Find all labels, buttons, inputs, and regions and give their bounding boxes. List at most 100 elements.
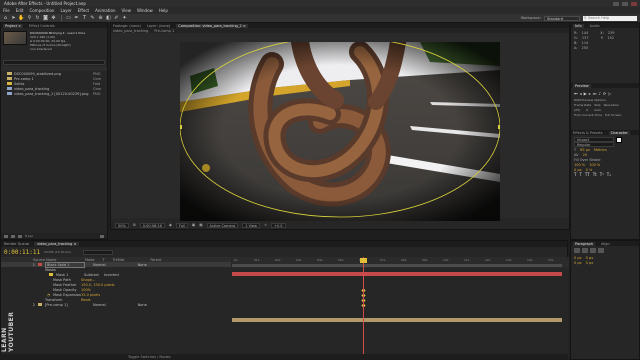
home-icon[interactable]: ⌂ <box>2 15 9 21</box>
work-area-bar[interactable] <box>232 264 562 267</box>
layer-color-label[interactable] <box>38 303 42 306</box>
hand-tool-icon[interactable]: ✋ <box>18 15 25 21</box>
current-time-indicator-handle[interactable] <box>360 258 367 263</box>
resolution-select[interactable]: Auto <box>594 108 601 112</box>
justify-icon[interactable] <box>598 248 604 253</box>
space-before-value[interactable]: 0 px <box>574 261 582 265</box>
rotate-tool-icon[interactable]: ↻ <box>34 15 41 21</box>
fill-color-swatch[interactable] <box>616 136 622 143</box>
viewer-canvas[interactable] <box>111 33 569 222</box>
tab-layer[interactable]: Layer: (none) <box>147 24 170 28</box>
layer-parent-select[interactable]: None <box>138 303 147 307</box>
transparency-grid-icon[interactable]: ▦ <box>199 223 202 227</box>
menu-effect[interactable]: Effect <box>78 8 90 13</box>
trash-icon[interactable] <box>100 234 104 238</box>
current-time-indicator[interactable] <box>363 257 364 359</box>
menu-view[interactable]: View <box>122 8 132 13</box>
bit-depth-label[interactable]: 8 bpc <box>25 234 33 238</box>
tsume-value[interactable]: 0 % <box>586 168 593 172</box>
viewer-timecode[interactable]: 0:00:06:16 <box>139 222 165 228</box>
tab-info[interactable]: Info <box>573 23 584 28</box>
layer-color-label[interactable] <box>38 263 42 266</box>
exposure-value[interactable]: +0.0 <box>271 222 286 228</box>
tab-align[interactable]: Align <box>601 242 610 246</box>
workspace-select[interactable]: Standard <box>544 15 580 21</box>
faux-italic-button[interactable]: T <box>579 172 581 177</box>
exposure-icon[interactable]: ☼ <box>264 223 267 227</box>
mask-inverted-checkbox[interactable]: Inverted <box>104 273 119 277</box>
last-frame-icon[interactable]: ⏭ <box>593 91 597 96</box>
magnification-select[interactable]: 50% <box>115 222 129 228</box>
tab-paragraph[interactable]: Paragraph <box>573 241 595 246</box>
type-tool-icon[interactable]: T <box>81 15 88 21</box>
eraser-tool-icon[interactable]: ◧ <box>105 15 112 21</box>
baseline-shift-value[interactable]: 0 px <box>574 168 582 172</box>
tab-render-queue[interactable]: Render Queue <box>4 242 29 246</box>
pan-behind-tool-icon[interactable]: ✥ <box>50 15 57 21</box>
interpret-footage-icon[interactable] <box>4 234 8 238</box>
horizontal-scale-value[interactable]: 100 % <box>589 163 600 167</box>
indent-left-value[interactable]: 0 px <box>574 256 582 260</box>
project-item[interactable]: video_para_tracking_2 [00120-00239].png … <box>1 91 107 96</box>
layer-mode-select[interactable]: Normal <box>93 303 106 307</box>
small-caps-button[interactable]: Tt <box>593 172 597 177</box>
audio-icon[interactable]: ♪ <box>598 91 601 96</box>
tab-effects-presets[interactable]: Effects & Presets <box>573 131 603 135</box>
breadcrumb-precomp[interactable]: Pre-comp 1 <box>154 29 174 33</box>
menu-layer[interactable]: Layer <box>60 8 71 13</box>
mask-tool-icon[interactable]: ▭ <box>65 15 72 21</box>
menu-file[interactable]: File <box>3 8 10 13</box>
space-after-value[interactable]: 0 px <box>586 261 594 265</box>
snapshot-icon[interactable]: ◉ <box>169 223 172 227</box>
maximize-button[interactable] <box>622 1 628 6</box>
menu-help[interactable]: Help <box>159 8 168 13</box>
composition-frame[interactable] <box>180 42 500 222</box>
property-value[interactable]: 15.0 pixels <box>81 293 100 297</box>
all-caps-button[interactable]: TT <box>585 172 590 177</box>
first-frame-icon[interactable]: ⏮ <box>574 91 578 96</box>
align-right-icon[interactable] <box>590 248 596 253</box>
project-search[interactable] <box>3 60 105 65</box>
tracking-value[interactable]: 20 <box>583 153 587 157</box>
clone-stamp-icon[interactable]: ⊕ <box>97 15 104 21</box>
tab-character[interactable]: Character <box>608 130 630 135</box>
safe-margins-icon[interactable]: ⊞ <box>133 223 136 227</box>
skip-value[interactable]: 0 <box>586 108 588 112</box>
font-style-select[interactable]: Regular <box>574 142 614 147</box>
layer-mode-select[interactable]: Normal <box>93 263 106 267</box>
selection-tool-icon[interactable]: ➤ <box>10 15 17 21</box>
toggle-switches-modes[interactable]: Toggle Switches / Modes <box>128 355 171 359</box>
menu-edit[interactable]: Edit <box>16 8 24 13</box>
tab-project[interactable]: Project × <box>3 23 24 28</box>
tab-effect-controls[interactable]: Effect Controls <box>29 24 55 28</box>
col-trkmat[interactable]: TrkMat <box>113 258 125 262</box>
subscript-button[interactable]: T₁ <box>607 172 611 177</box>
layer-row[interactable]: 2 [Pre-comp 1] Normal None <box>1 302 231 307</box>
frame-rate-select[interactable]: (25) <box>574 108 580 112</box>
indent-right-value[interactable]: 0 px <box>586 256 594 260</box>
new-folder-icon[interactable] <box>11 234 15 238</box>
menu-composition[interactable]: Composition <box>29 8 54 13</box>
tab-timeline-comp[interactable]: video_para_tracking × <box>34 242 80 246</box>
property-value[interactable]: Shape... <box>81 278 95 282</box>
tab-footage[interactable]: Footage: (none) <box>113 24 141 28</box>
ram-preview-icon[interactable]: ▷ <box>608 91 611 96</box>
camera-select[interactable]: Active Camera <box>206 222 239 228</box>
vertical-scale-value[interactable]: 100 % <box>574 163 585 167</box>
layer-duration-bar[interactable] <box>232 272 562 276</box>
pen-tool-icon[interactable]: ✒ <box>73 15 80 21</box>
camera-tool-icon[interactable]: ◙ <box>42 15 49 21</box>
stroke-style-select[interactable]: Fill Over Stroke <box>574 158 600 162</box>
search-help-input[interactable]: ⚲ Search Help <box>583 15 637 21</box>
mask-color-label[interactable] <box>49 273 53 276</box>
time-ruler[interactable]: 0s 01s 02s 03s 04s 05s 06s 07s 08s 09s 1… <box>232 257 569 268</box>
superscript-button[interactable]: T¹ <box>600 172 604 177</box>
mask-mode-select[interactable]: Subtract <box>84 273 104 277</box>
brush-tool-icon[interactable]: ✎ <box>89 15 96 21</box>
resolution-select[interactable]: Full <box>175 222 188 228</box>
align-center-icon[interactable] <box>582 248 588 253</box>
breadcrumb-comp[interactable]: video_para_tracking <box>113 29 148 33</box>
col-mode[interactable]: Mode <box>85 258 95 262</box>
prev-frame-icon[interactable]: ◂ <box>580 91 582 96</box>
tab-composition[interactable]: Composition: video_para_tracking_2 × <box>176 23 248 28</box>
